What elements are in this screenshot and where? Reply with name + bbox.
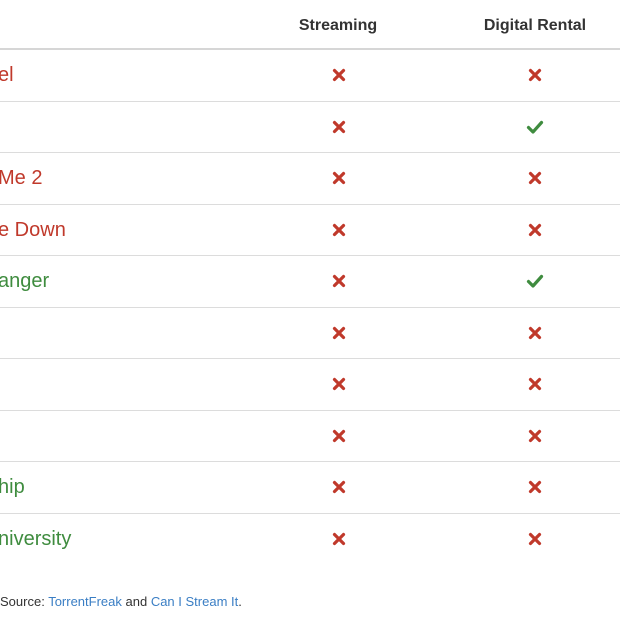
table-row: Me 2 <box>0 153 620 205</box>
table-row: niversity <box>0 514 620 566</box>
cross-icon <box>327 424 351 448</box>
cross-icon <box>327 166 351 190</box>
movie-title-link[interactable]: Me 2 <box>0 167 42 190</box>
cross-icon <box>327 63 351 87</box>
cross-icon <box>523 63 547 87</box>
torrentfreak-link[interactable]: TorrentFreak <box>48 594 122 609</box>
movie-title-link[interactable]: niversity <box>0 528 71 551</box>
check-icon <box>523 115 547 139</box>
check-icon <box>523 269 547 293</box>
movie-title-link[interactable]: e Down <box>0 219 66 242</box>
cross-icon <box>523 475 547 499</box>
cross-icon <box>523 372 547 396</box>
table-row: hip <box>0 462 620 514</box>
column-header-streaming: Streaming <box>298 17 378 34</box>
movie-title-link[interactable]: anger <box>0 270 49 293</box>
cross-icon <box>327 372 351 396</box>
cross-icon <box>327 475 351 499</box>
cross-icon <box>523 321 547 345</box>
availability-table-page: Streaming Digital Rental el Me 2 e Down ang… <box>0 0 620 620</box>
table-header: Streaming Digital Rental <box>0 0 620 50</box>
column-header-digital-rental: Digital Rental <box>483 17 587 34</box>
movie-title-link[interactable]: hip <box>0 476 25 499</box>
movie-title-link[interactable]: el <box>0 64 14 87</box>
table-row: e Down <box>0 205 620 256</box>
cross-icon <box>523 218 547 242</box>
table-row <box>0 102 620 153</box>
cross-icon <box>523 424 547 448</box>
table-row: anger <box>0 256 620 308</box>
source-footer: Source: TorrentFreak and Can I Stream It… <box>0 594 242 609</box>
footer-suffix: . <box>238 594 242 609</box>
footer-middle: and <box>121 594 151 609</box>
table-row <box>0 359 620 411</box>
can-i-stream-it-link[interactable]: Can I Stream It <box>151 594 238 609</box>
table-body: el Me 2 e Down anger hip niversity <box>0 50 620 565</box>
cross-icon <box>327 218 351 242</box>
cross-icon <box>327 527 351 551</box>
footer-prefix: Source: <box>0 594 49 609</box>
cross-icon <box>523 527 547 551</box>
cross-icon <box>523 166 547 190</box>
table-row <box>0 308 620 359</box>
cross-icon <box>327 321 351 345</box>
table-row <box>0 411 620 462</box>
cross-icon <box>327 115 351 139</box>
table-row: el <box>0 50 620 102</box>
cross-icon <box>327 269 351 293</box>
